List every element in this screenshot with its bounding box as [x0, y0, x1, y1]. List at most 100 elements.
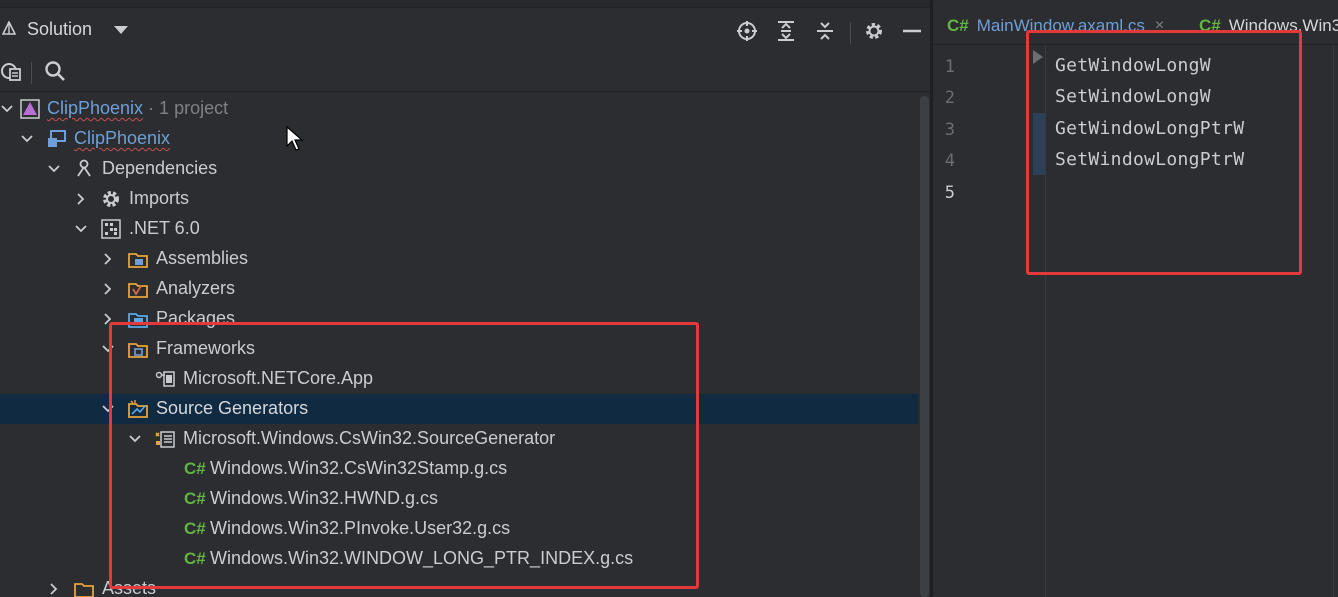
- tab-windows-win32[interactable]: C# Windows.Win32: [1199, 8, 1338, 44]
- code-line[interactable]: SetWindowLongW: [1055, 86, 1211, 107]
- tree-item-packages[interactable]: Packages: [0, 304, 932, 334]
- tree-item-assemblies[interactable]: Assemblies: [0, 244, 932, 274]
- tree-label: Assets: [102, 578, 157, 597]
- tree-label: Windows.Win32.WINDOW_LONG_PTR_INDEX.g.cs: [210, 548, 634, 568]
- tree-item-imports[interactable]: Imports: [0, 184, 932, 214]
- expand-all-icon[interactable]: [773, 18, 799, 44]
- tree-item-frameworks[interactable]: Frameworks: [0, 334, 932, 364]
- search-icon[interactable]: [42, 58, 68, 84]
- tree-label: Microsoft.Windows.CsWin32.SourceGenerato…: [183, 428, 556, 448]
- tree-item-netcore-app[interactable]: Microsoft.NETCore.App: [0, 364, 932, 394]
- tree-item-csharp-file[interactable]: C# Windows.Win32.CsWin32Stamp.g.cs: [0, 454, 932, 484]
- framework-icon: [101, 219, 121, 239]
- tree-item-solution[interactable]: ClipPhoenix · 1 project: [0, 94, 932, 124]
- locate-icon[interactable]: [734, 18, 760, 44]
- tree-item-dependencies[interactable]: Dependencies: [0, 154, 932, 184]
- folder-icon: [128, 283, 148, 298]
- csharp-file-icon: C#: [184, 519, 206, 538]
- explorer-secondary-toolbar: [0, 52, 932, 92]
- top-strip: [0, 0, 932, 8]
- project-name: ClipPhoenix: [74, 128, 171, 148]
- project-icon: [48, 130, 66, 147]
- generator-icon: [155, 431, 175, 448]
- tree-item-csharp-file[interactable]: C# Windows.Win32.PInvoke.User32.g.cs: [0, 514, 932, 544]
- explorer-title-bar: Solution: [0, 8, 932, 52]
- chevron-down-icon[interactable]: [101, 402, 115, 416]
- tree-label: Windows.Win32.CsWin32Stamp.g.cs: [210, 458, 508, 478]
- explorer-title[interactable]: Solution: [27, 19, 92, 40]
- toolbar-divider: [31, 62, 32, 84]
- tab-mainwindow[interactable]: C# MainWindow.axaml.cs ×: [947, 8, 1164, 44]
- tree-label: Source Generators: [156, 398, 309, 418]
- csharp-file-icon: C#: [184, 549, 206, 568]
- tree-label: Imports: [129, 188, 190, 208]
- chevron-right-icon[interactable]: [101, 282, 115, 296]
- line-number: 1: [944, 57, 955, 77]
- explorer-scrollbar[interactable]: [918, 94, 930, 597]
- line-number: 4: [944, 151, 955, 171]
- project-count: · 1 project: [143, 98, 229, 118]
- folder-icon: [74, 583, 94, 597]
- source-generator-folder-icon: [128, 400, 148, 418]
- folder-icon: [128, 253, 148, 268]
- minimize-icon[interactable]: [899, 18, 925, 44]
- show-files-icon[interactable]: [0, 58, 24, 84]
- code-line[interactable]: GetWindowLongPtrW: [1055, 118, 1244, 139]
- tab-label: Windows.Win32: [1228, 16, 1338, 35]
- tree-item-assets[interactable]: Assets: [0, 574, 932, 597]
- tree-item-dotnet[interactable]: .NET 6.0: [0, 214, 932, 244]
- line-number: 2: [944, 88, 955, 108]
- tree-label: Microsoft.NETCore.App: [183, 368, 374, 388]
- folder-icon: [128, 313, 148, 328]
- tree-item-csharp-file[interactable]: C# Windows.Win32.WINDOW_LONG_PTR_INDEX.g…: [0, 544, 932, 574]
- scrollbar-thumb[interactable]: [920, 96, 929, 597]
- code-line[interactable]: SetWindowLongPtrW: [1055, 149, 1244, 170]
- right-margin-guide: [1333, 45, 1334, 597]
- chevron-down-icon[interactable]: [101, 342, 115, 356]
- tree-label: Windows.Win32.HWND.g.cs: [210, 488, 439, 508]
- chevron-down-icon[interactable]: [128, 432, 142, 446]
- folder-icon: [128, 343, 148, 358]
- line-number: 3: [944, 120, 955, 140]
- tree-item-source-generators[interactable]: Source Generators: [0, 394, 932, 424]
- code-line[interactable]: GetWindowLongW: [1055, 55, 1211, 76]
- tree-label: Assemblies: [156, 248, 249, 268]
- csharp-file-icon: C#: [1199, 16, 1221, 35]
- gear-icon: [103, 191, 119, 207]
- chevron-right-icon[interactable]: [101, 312, 115, 326]
- csharp-file-icon: C#: [947, 16, 969, 35]
- chevron-down-icon[interactable]: [47, 162, 61, 176]
- chevron-right-icon[interactable]: [101, 252, 115, 266]
- chevron-right-icon[interactable]: [47, 582, 61, 596]
- tree-item-csharp-file[interactable]: C# Windows.Win32.HWND.g.cs: [0, 484, 932, 514]
- tree-item-analyzers[interactable]: Analyzers: [0, 274, 932, 304]
- editor-tab-bar: C# MainWindow.axaml.cs × C# Windows.Win3…: [933, 0, 1338, 45]
- tree-label: Windows.Win32.PInvoke.User32.g.cs: [210, 518, 511, 538]
- chevron-down-icon[interactable]: [20, 132, 34, 146]
- code-editor: C# MainWindow.axaml.cs × C# Windows.Win3…: [933, 0, 1338, 597]
- tree-item-cswin32-generator[interactable]: Microsoft.Windows.CsWin32.SourceGenerato…: [0, 424, 932, 454]
- solution-explorer: Solution ClipPhoenix · 1 project ClipPho…: [0, 0, 932, 597]
- chevron-down-icon[interactable]: [74, 222, 88, 236]
- change-marker: [1033, 113, 1045, 144]
- chevron-right-icon[interactable]: [74, 192, 88, 206]
- tree-item-project[interactable]: ClipPhoenix: [0, 124, 932, 154]
- collapse-all-icon[interactable]: [812, 18, 838, 44]
- tree-label: Dependencies: [102, 158, 218, 178]
- line-number: 5: [944, 183, 955, 203]
- tree-label: Frameworks: [156, 338, 256, 358]
- solution-icon: [20, 99, 40, 119]
- reference-icon: [155, 371, 175, 387]
- change-marker: [1033, 144, 1045, 175]
- tree-label: .NET 6.0: [129, 218, 200, 238]
- solution-name: ClipPhoenix: [47, 98, 144, 118]
- chevron-down-icon[interactable]: [0, 102, 14, 116]
- chevron-down-icon[interactable]: [114, 26, 128, 34]
- settings-icon[interactable]: [861, 18, 887, 44]
- close-icon[interactable]: ×: [1155, 17, 1164, 35]
- csharp-file-icon: C#: [184, 489, 206, 508]
- tab-label: MainWindow.axaml.cs: [976, 16, 1145, 35]
- solution-view-icon: [2, 21, 16, 35]
- csharp-file-icon: C#: [184, 459, 206, 478]
- fold-marker-icon[interactable]: [1033, 50, 1043, 64]
